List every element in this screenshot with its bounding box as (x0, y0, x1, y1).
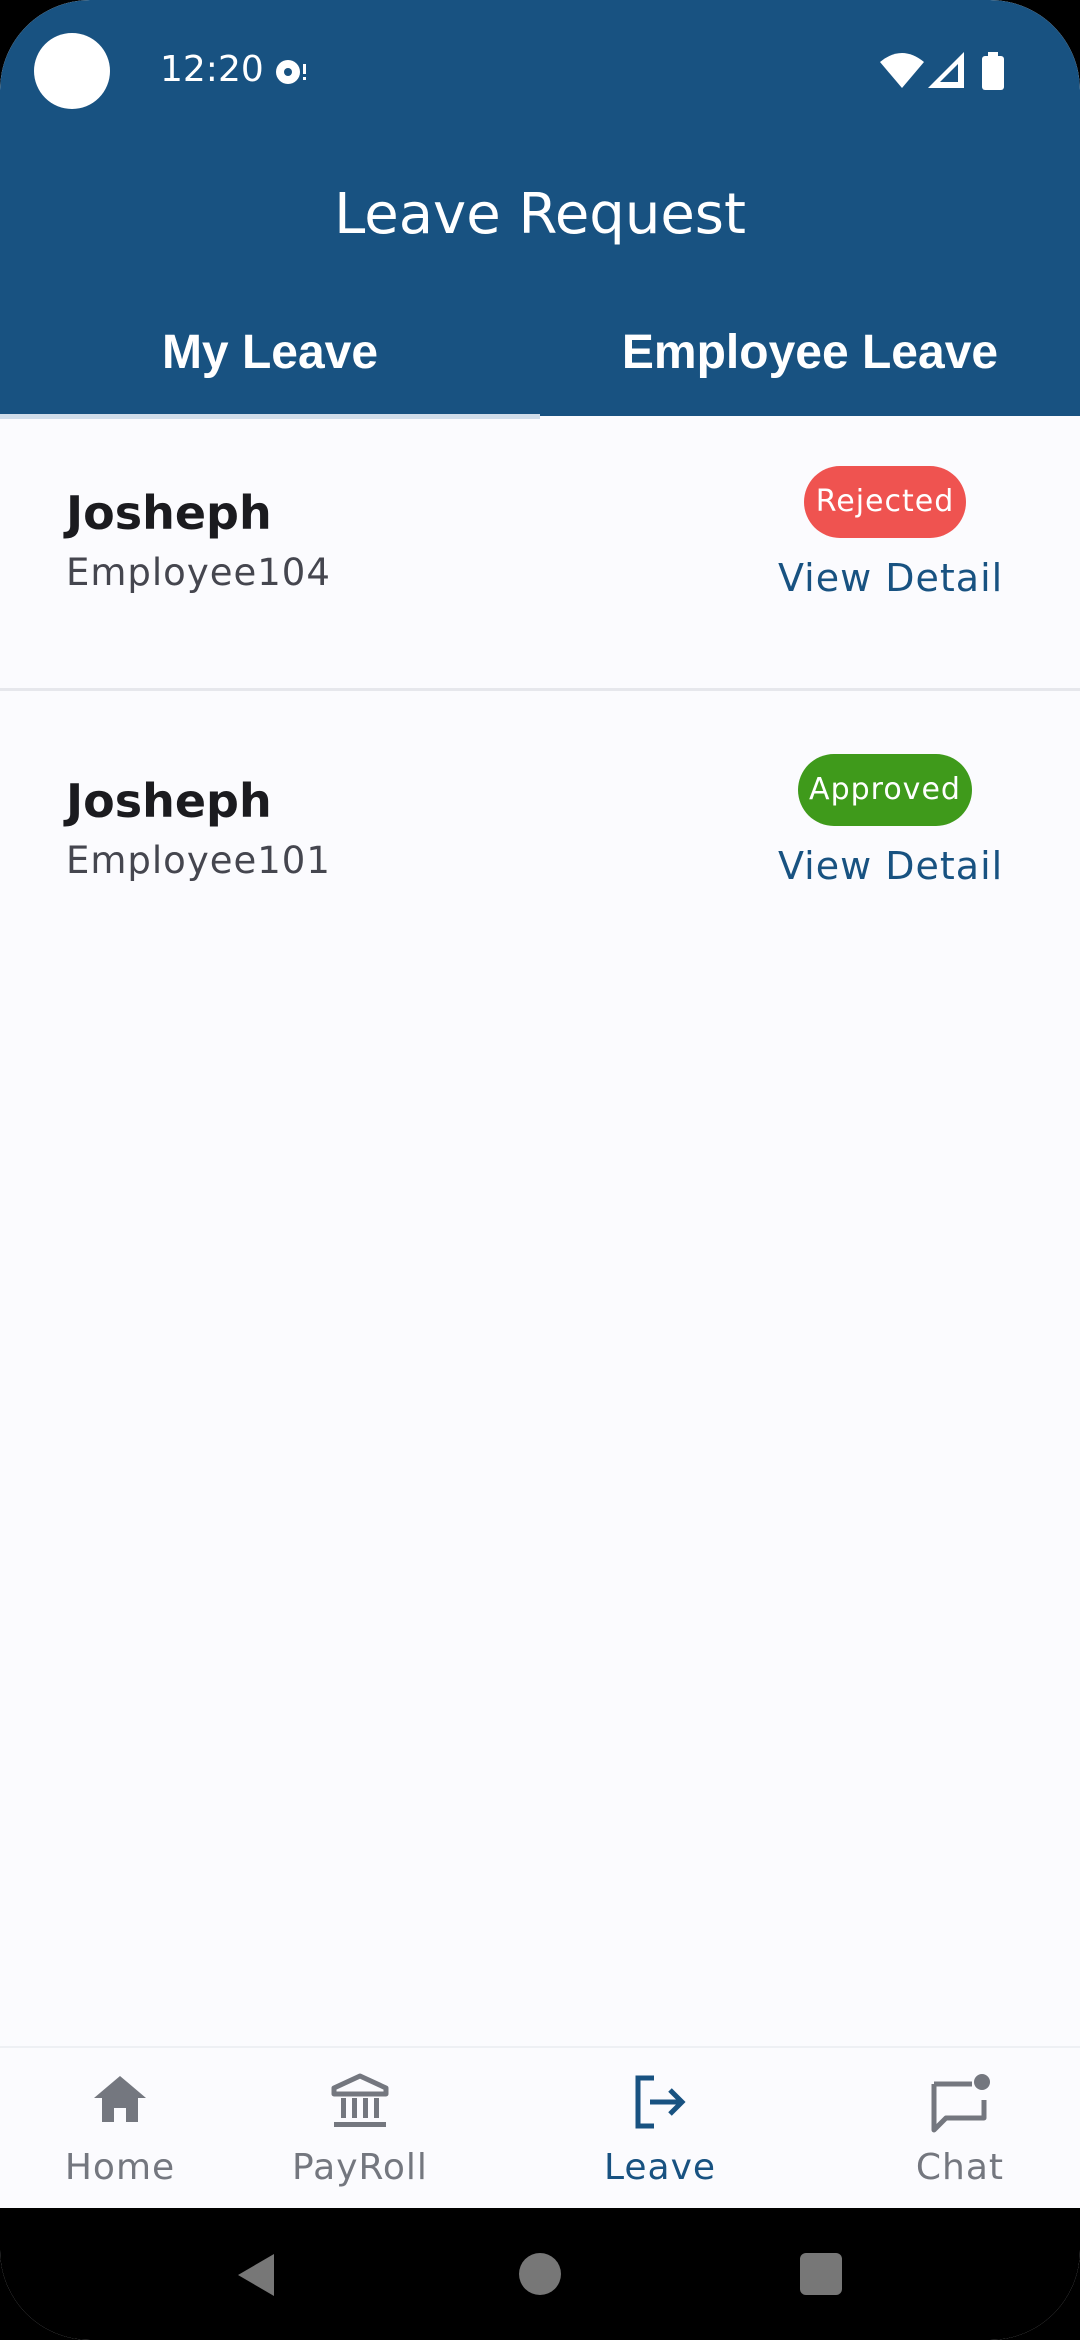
employee-name: Josheph (66, 486, 272, 540)
recent-apps-icon[interactable] (800, 2253, 842, 2295)
status-bar: 12:20 (0, 0, 1080, 140)
home-button-icon[interactable] (519, 2253, 561, 2295)
view-detail-link[interactable]: View Detail (778, 554, 1003, 602)
leave-list-item[interactable]: Josheph Employee104 Rejected View Detail (0, 418, 1080, 691)
nav-payroll-label: PayRoll (292, 2147, 428, 2188)
nav-leave-label: Leave (603, 2147, 717, 2188)
cell-signal-icon (928, 52, 964, 92)
nav-payroll[interactable]: PayRoll (280, 2048, 440, 2210)
status-badge: Rejected (804, 466, 966, 538)
leave-list-item[interactable]: Josheph Employee101 Approved View Detail (0, 706, 1080, 976)
wifi-icon (880, 52, 924, 92)
bottom-navigation: Home PayRoll Leave Chat (0, 2046, 1080, 2210)
screen: 12:20 Leave Request My Leave Employee Le… (0, 0, 1080, 2340)
nav-home[interactable]: Home (40, 2048, 200, 2210)
nav-leave[interactable]: Leave (580, 2048, 740, 2210)
status-time: 12:20 (160, 49, 264, 90)
employee-id: Employee101 (66, 839, 331, 882)
nav-chat[interactable]: Chat (880, 2048, 1040, 2210)
media-notification-icon (272, 56, 312, 92)
system-navigation-bar (0, 2208, 1080, 2340)
logout-arrow-icon (630, 2072, 690, 2136)
status-badge: Approved (798, 754, 972, 826)
nav-home-label: Home (64, 2147, 176, 2188)
tab-employee-leave[interactable]: Employee Leave (540, 318, 1080, 388)
app-bar: 12:20 Leave Request My Leave Employee Le… (0, 0, 1080, 416)
home-icon (90, 2072, 150, 2132)
employee-id: Employee104 (66, 551, 331, 594)
view-detail-link[interactable]: View Detail (778, 842, 1003, 890)
page-title: Leave Request (334, 182, 746, 247)
back-icon[interactable] (236, 2252, 276, 2302)
battery-icon (982, 52, 1004, 94)
camera-cutout (34, 33, 110, 109)
nav-chat-label: Chat (915, 2147, 1005, 2188)
bank-icon (330, 2072, 390, 2136)
chat-icon (928, 2072, 992, 2140)
tab-my-leave[interactable]: My Leave (0, 318, 540, 388)
employee-name: Josheph (66, 774, 272, 828)
